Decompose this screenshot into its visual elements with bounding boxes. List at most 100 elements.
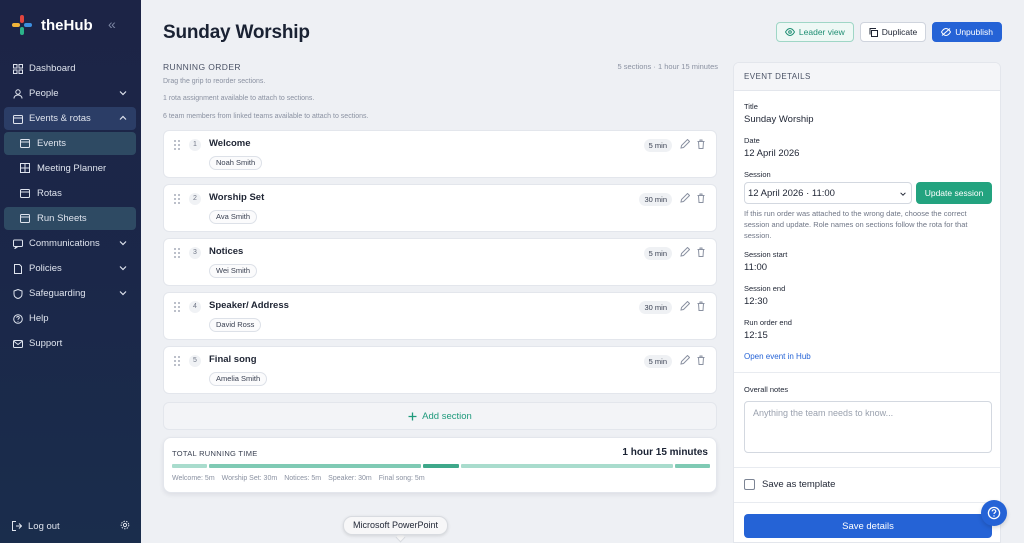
section-number: 3 — [189, 247, 201, 259]
save-as-template-checkbox[interactable] — [744, 479, 755, 490]
sidebar-subitem-rotas[interactable]: Rotas — [4, 182, 136, 205]
legend-item: Welcome: 5m — [172, 475, 215, 482]
brand[interactable]: theHub — [12, 14, 93, 36]
sidebar-item-label: Safeguarding — [29, 288, 86, 299]
sidebar-item-events-rotas[interactable]: Events & rotas — [4, 107, 136, 130]
pencil-icon[interactable] — [680, 301, 690, 311]
duplicate-label: Duplicate — [881, 27, 918, 37]
trash-icon[interactable] — [696, 139, 706, 149]
help-circle-icon — [12, 313, 23, 324]
shield-icon — [12, 288, 23, 299]
running-time-segment — [172, 464, 208, 468]
duplicate-button[interactable]: Duplicate — [859, 22, 927, 42]
gear-icon[interactable] — [120, 520, 130, 533]
sidebar-item-label: Help — [29, 313, 49, 324]
sidebar-subitem-meeting-planner[interactable]: Meeting Planner — [4, 157, 136, 180]
section-name: Worship Set — [209, 192, 265, 203]
chevron-down-icon — [900, 192, 906, 196]
divider — [734, 372, 1000, 373]
save-as-template-label: Save as template — [762, 479, 836, 490]
sidebar-subitem-label: Rotas — [37, 188, 62, 199]
drag-grip-icon[interactable] — [174, 356, 180, 366]
section-card[interactable]: 4 Speaker/ Address David Ross 30 min — [163, 292, 717, 340]
add-section-button[interactable]: Add section — [163, 402, 717, 430]
sidebar-subitem-label: Run Sheets — [37, 213, 87, 224]
divider — [734, 467, 1000, 468]
leader-view-button[interactable]: Leader view — [775, 22, 854, 42]
sidebar-item-dashboard[interactable]: Dashboard — [4, 57, 136, 80]
logout-button[interactable]: Log out — [12, 519, 132, 533]
sidebar-item-communications[interactable]: Communications — [4, 232, 136, 255]
section-card[interactable]: 5 Final song Amelia Smith 5 min — [163, 346, 717, 394]
pencil-icon[interactable] — [680, 355, 690, 365]
section-person-chip[interactable]: Noah Smith — [209, 156, 263, 170]
sidebar-subitem-events[interactable]: Events — [4, 132, 136, 155]
drag-grip-icon[interactable] — [174, 302, 180, 312]
chevron-down-icon — [119, 291, 127, 296]
drag-grip-icon[interactable] — [174, 194, 180, 204]
brand-name: theHub — [41, 16, 93, 34]
header-actions: Leader view Duplicate Unpublish — [775, 22, 1002, 42]
dashboard-icon — [12, 63, 23, 74]
page-title: Sunday Worship — [163, 22, 310, 43]
session-start-value: 11:00 — [744, 262, 768, 273]
running-time-legend: Welcome: 5m Worship Set: 30m Notices: 5m… — [172, 475, 425, 482]
chevron-down-icon — [119, 266, 127, 271]
drag-grip-icon[interactable] — [174, 140, 180, 150]
sidebar-subitem-label: Events — [37, 138, 67, 149]
section-person-chip[interactable]: Ava Smith — [209, 210, 258, 224]
session-select[interactable]: 12 April 2026 · 11:00 — [744, 182, 912, 204]
section-card[interactable]: 3 Notices Wei Smith 5 min — [163, 238, 717, 286]
sidebar-subitem-run-sheets[interactable]: Run Sheets — [4, 207, 136, 230]
help-chat-button[interactable] — [981, 500, 1007, 526]
pencil-icon[interactable] — [680, 193, 690, 203]
section-person-chip[interactable]: David Ross — [209, 318, 262, 332]
running-order-title: RUNNING ORDER — [163, 62, 241, 72]
sidebar-item-people[interactable]: People — [4, 82, 136, 105]
trash-icon[interactable] — [696, 193, 706, 203]
running-time-segment — [423, 464, 459, 468]
total-running-time-card: TOTAL RUNNING TIME 1 hour 15 minutes Wel… — [163, 437, 717, 493]
section-duration: 30 min — [639, 193, 672, 206]
unpublish-button[interactable]: Unpublish — [932, 22, 1002, 42]
legend-item: Speaker: 30m — [328, 475, 372, 482]
trash-icon[interactable] — [696, 247, 706, 257]
update-session-button[interactable]: Update session — [916, 182, 992, 204]
section-name: Speaker/ Address — [209, 300, 289, 311]
trash-icon[interactable] — [696, 301, 706, 311]
section-name: Welcome — [209, 138, 251, 149]
open-event-link[interactable]: Open event in Hub — [744, 352, 811, 361]
section-card[interactable]: 1 Welcome Noah Smith 5 min — [163, 130, 717, 178]
save-as-template-row[interactable]: Save as template — [744, 479, 835, 490]
session-select-value: 12 April 2026 · 11:00 — [748, 188, 835, 199]
section-card[interactable]: 2 Worship Set Ava Smith 30 min — [163, 184, 717, 232]
logout-icon — [12, 521, 22, 531]
running-time-segment — [460, 464, 673, 468]
overall-notes-textarea[interactable]: Anything the team needs to know... — [744, 401, 992, 453]
section-number: 4 — [189, 301, 201, 313]
run-order-end-value: 12:15 — [744, 330, 768, 341]
pencil-icon[interactable] — [680, 139, 690, 149]
hub-logo-icon — [12, 15, 32, 35]
pencil-icon[interactable] — [680, 247, 690, 257]
sidebar-item-help[interactable]: Help — [4, 307, 136, 330]
session-label: Session — [744, 170, 771, 179]
section-duration: 5 min — [643, 355, 672, 368]
chevron-down-icon — [119, 91, 127, 96]
sidebar-subitem-label: Meeting Planner — [37, 163, 107, 174]
trash-icon[interactable] — [696, 355, 706, 365]
sidebar-item-safeguarding[interactable]: Safeguarding — [4, 282, 136, 305]
document-icon — [12, 263, 23, 274]
help-icon — [987, 506, 1001, 520]
collapse-sidebar-icon[interactable]: « — [108, 16, 116, 32]
sidebar-item-policies[interactable]: Policies — [4, 257, 136, 280]
sidebar-item-support[interactable]: Support — [4, 332, 136, 355]
save-details-button[interactable]: Save details — [744, 514, 992, 538]
plus-icon — [408, 412, 417, 420]
run-order-end-label: Run order end — [744, 318, 792, 327]
drag-grip-icon[interactable] — [174, 248, 180, 258]
legend-item: Final song: 5m — [378, 475, 425, 482]
section-person-chip[interactable]: Amelia Smith — [209, 372, 268, 386]
section-person-chip[interactable]: Wei Smith — [209, 264, 258, 278]
section-name: Notices — [209, 246, 244, 257]
